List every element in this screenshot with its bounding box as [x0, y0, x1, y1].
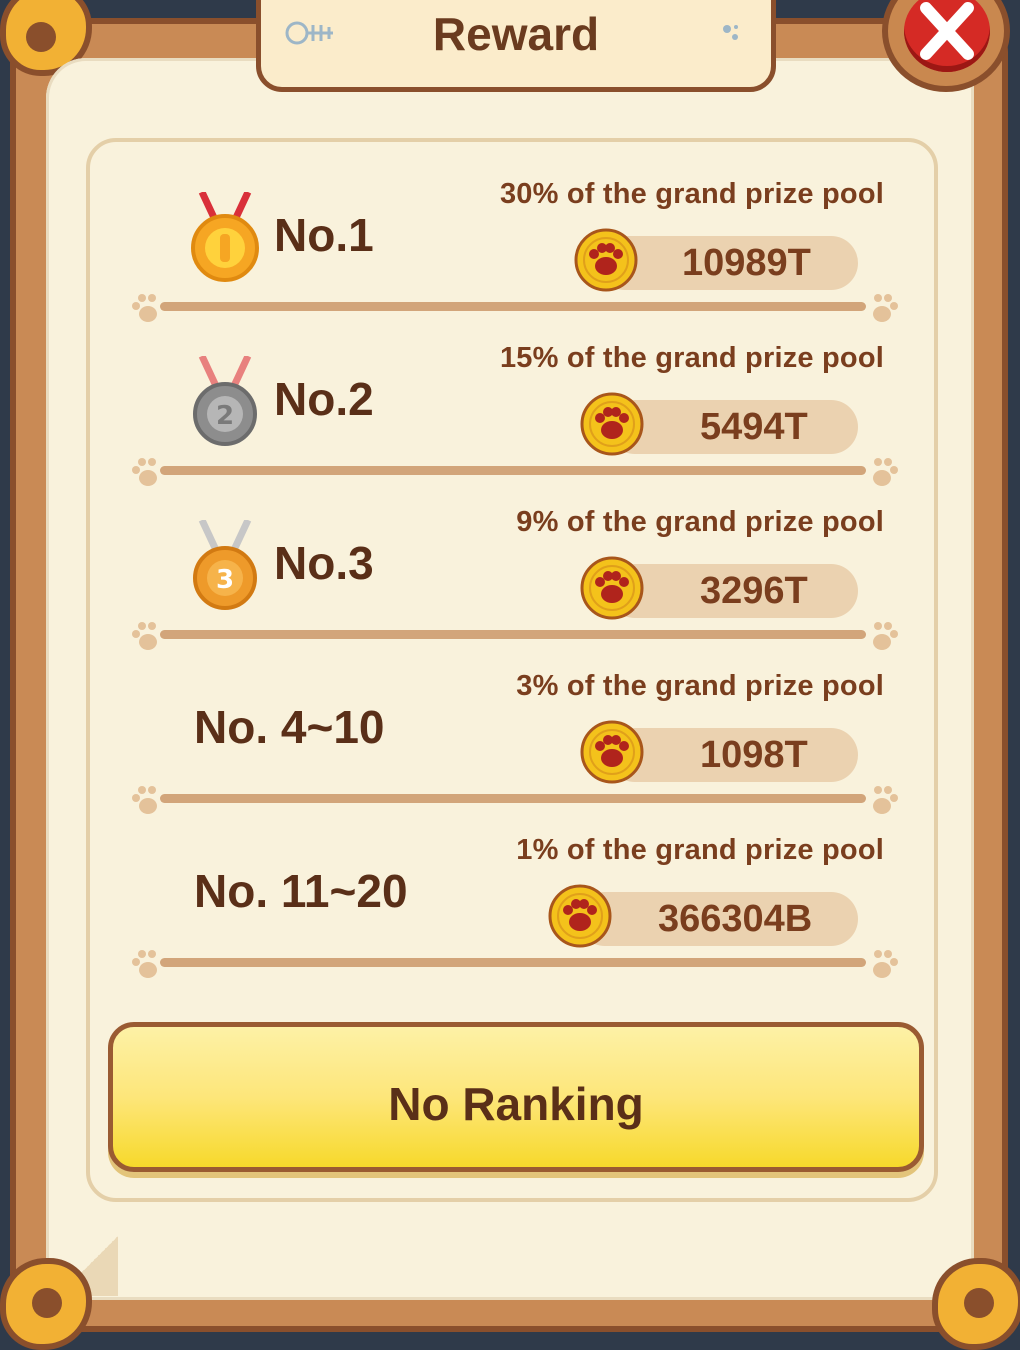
pool-share-text: 30% of the grand prize pool: [499, 178, 884, 210]
reward-amount: 1098T: [700, 734, 808, 776]
row-divider: [160, 794, 866, 803]
reward-amount: 5494T: [700, 406, 808, 448]
corner-ornament-icon: [932, 1258, 1020, 1350]
corner-ornament-icon: [0, 1258, 92, 1350]
reward-row: 3 No.3 9% of the grand prize pool 3296T: [0, 476, 1020, 650]
reward-amount-pill: 366304B: [578, 892, 858, 946]
svg-text:3: 3: [216, 565, 234, 595]
svg-text:2: 2: [216, 401, 234, 431]
row-divider: [160, 302, 866, 311]
paw-print-icon: [132, 950, 157, 978]
reward-amount: 366304B: [658, 898, 813, 940]
paw-coin-icon: [580, 720, 644, 784]
rank-label: No. 4~10: [194, 701, 385, 753]
pool-share-text: 1% of the grand prize pool: [516, 834, 884, 866]
paw-coin-icon: [580, 392, 644, 456]
reward-amount: 10989T: [682, 242, 811, 284]
no-ranking-button[interactable]: No Ranking: [108, 1022, 924, 1172]
paw-coin-icon: [574, 228, 638, 292]
row-divider: [160, 958, 866, 967]
reward-row: No. 11~20 1% of the grand prize pool 366…: [0, 804, 1020, 978]
reward-amount-pill: 3296T: [608, 564, 858, 618]
bronze-medal-icon: 3: [193, 520, 257, 610]
pool-share-text: 3% of the grand prize pool: [516, 670, 884, 702]
row-divider: [160, 630, 866, 639]
reward-amount-pill: 5494T: [608, 400, 858, 454]
rank-label: No.2: [274, 373, 374, 425]
paw-print-icon: [873, 950, 898, 978]
row-divider: [160, 466, 866, 475]
reward-row: No.1 30% of the grand prize pool 10989T: [0, 148, 1020, 322]
close-x-icon: [920, 2, 974, 60]
pool-share-text: 15% of the grand prize pool: [499, 342, 884, 374]
rank-label: No.1: [274, 209, 374, 261]
reward-amount-pill: 1098T: [608, 728, 858, 782]
silver-medal-icon: 2: [193, 356, 257, 446]
title-banner: Reward: [256, 0, 776, 92]
reward-row: No. 4~10 3% of the grand prize pool 1098…: [0, 640, 1020, 814]
gold-medal-icon: [191, 192, 259, 282]
fish-bone-icon: [285, 21, 333, 45]
bubbles-icon: [723, 25, 738, 40]
pool-share-text: 9% of the grand prize pool: [516, 506, 884, 538]
rank-label: No.3: [274, 537, 374, 589]
reward-amount: 3296T: [700, 570, 808, 612]
reward-row: 2 No.2 15% of the grand prize pool 5494T: [0, 312, 1020, 486]
no-ranking-label: No Ranking: [388, 1078, 644, 1130]
rank-label: No. 11~20: [194, 865, 408, 917]
paw-coin-icon: [580, 556, 644, 620]
paw-coin-icon: [548, 884, 612, 948]
